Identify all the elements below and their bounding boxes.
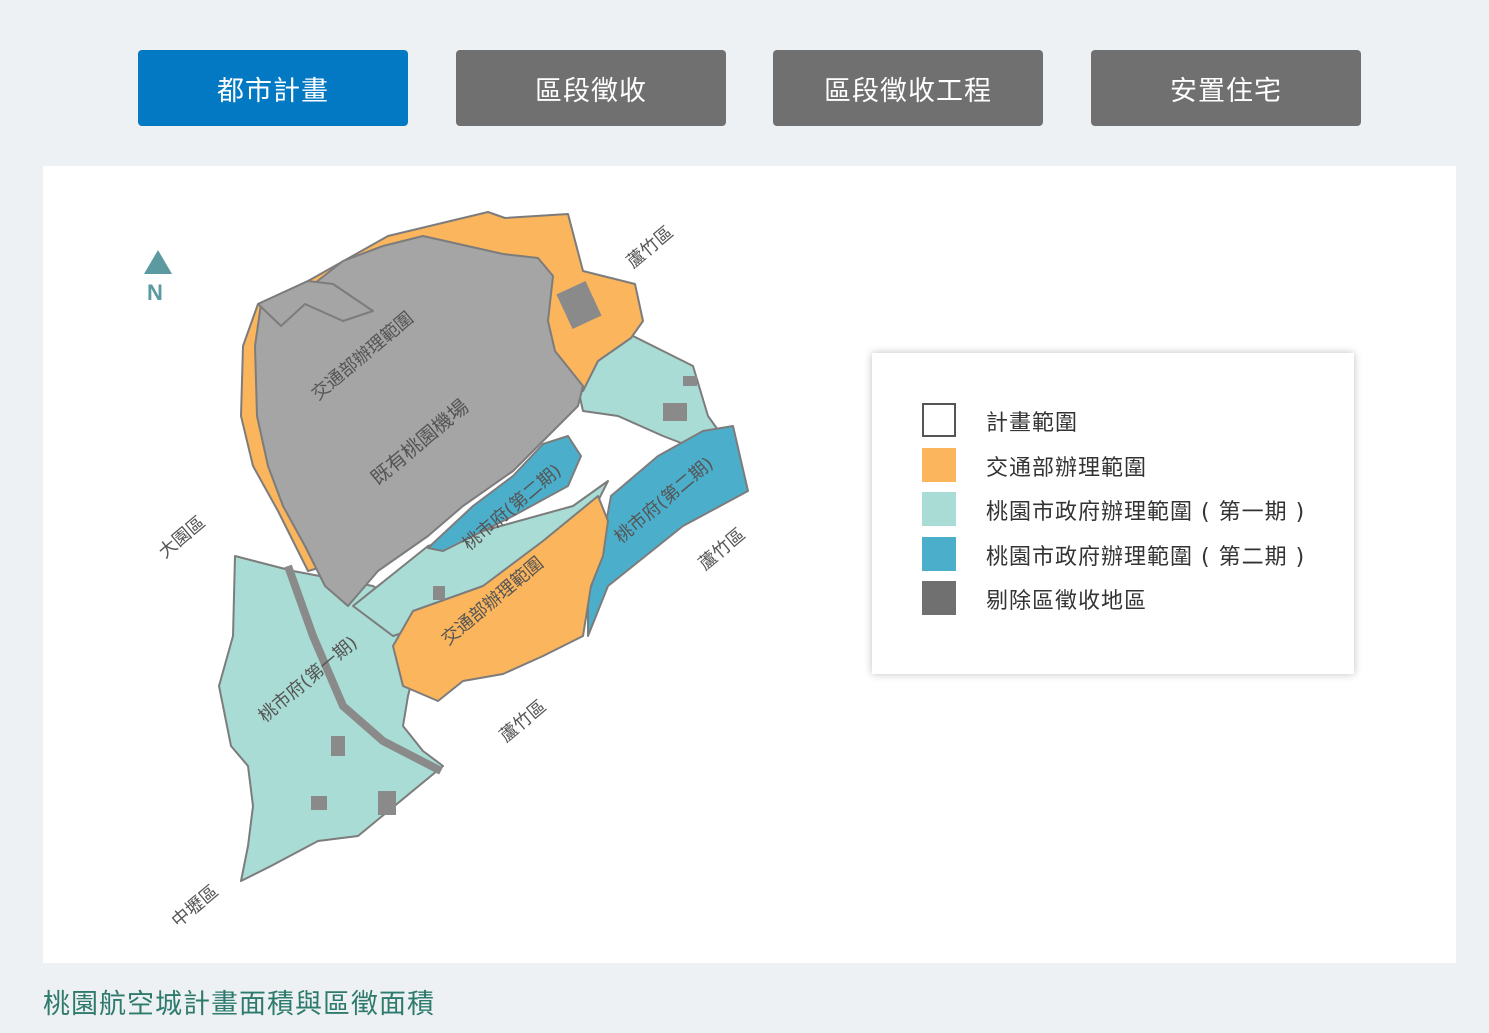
map-label-zhongli: 中壢區 [168,881,223,932]
legend-label: 計畫範圍 [986,411,1079,436]
tab-bar: 都市計畫 區段徵收 區段徵收工程 安置住宅 [0,50,1489,126]
map-caption: 桃園航空城計畫面積與區徵面積 [43,989,435,1020]
tab-zone-expropriation[interactable]: 區段徵收 [456,50,726,126]
legend-item: 剔除區徵收地區 [872,581,1354,626]
map-label-luzhu-top: 蘆竹區 [623,222,678,273]
map-label-luzhu-bottom: 蘆竹區 [496,696,551,747]
excluded-patch [663,403,687,421]
legend-label: 剔除區徵收地區 [986,589,1148,614]
legend-item: 桃園市政府辦理範圍 ( 第一期 ) [872,492,1354,537]
legend-item: 交通部辦理範圍 [872,447,1354,493]
tab-urban-planning[interactable]: 都市計畫 [138,50,408,126]
legend-label: 桃園市政府辦理範圍 ( 第二期 ) [986,544,1306,570]
excluded-patch [683,376,697,386]
north-indicator: N [143,250,173,306]
swatch-blue-icon [922,536,956,571]
tab-resettlement-housing[interactable]: 安置住宅 [1091,50,1361,126]
tab-label: 區段徵收工程 [824,75,992,107]
swatch-orange-icon [922,447,956,482]
tab-label: 區段徵收 [535,75,647,107]
map-panel: 交通部辦理範圍 既有桃園機場 桃市府(第二期) 桃市府(第二期) 交通部辦理範圍… [43,166,1456,963]
excluded-patch [331,736,345,756]
excluded-patch [378,791,396,815]
excluded-patch [433,586,445,600]
legend-label: 交通部辦理範圍 [986,455,1148,481]
map-legend: 計畫範圍 交通部辦理範圍 桃園市政府辦理範圍 ( 第一期 ) 桃園市政府辦理範圍… [872,353,1354,674]
map-label-dayuan: 大園區 [155,512,210,563]
north-label: N [147,280,163,305]
tab-label: 安置住宅 [1170,75,1282,107]
legend-item: 桃園市政府辦理範圍 ( 第二期 ) [872,536,1354,582]
swatch-light-teal-icon [922,492,956,526]
legend-label: 桃園市政府辦理範圍 ( 第一期 ) [986,500,1306,525]
tab-expropriation-engineering[interactable]: 區段徵收工程 [773,50,1043,126]
map-label-luzhu-right: 蘆竹區 [695,524,750,575]
swatch-dark-gray-icon [922,581,956,615]
north-arrow-icon [144,250,172,274]
tab-label: 都市計畫 [217,75,329,107]
swatch-outline-icon [922,403,956,437]
legend-item: 計畫範圍 [872,403,1354,448]
excluded-patch [311,796,327,810]
